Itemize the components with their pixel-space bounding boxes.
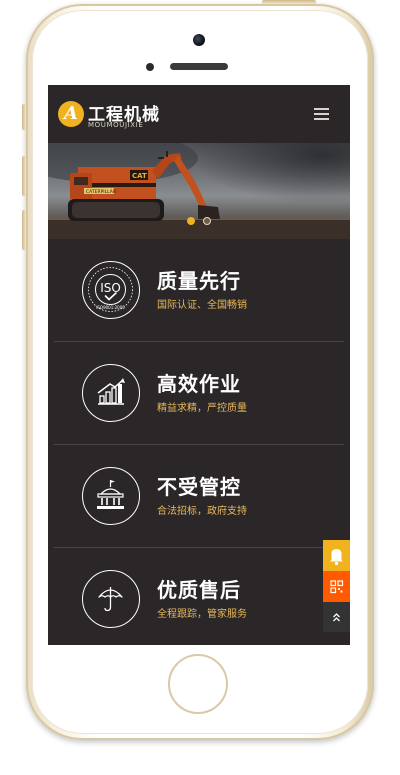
qr-code-float-button[interactable] [323,571,350,602]
home-button[interactable] [168,654,228,714]
earpiece-speaker [170,63,228,70]
volume-down-button [22,210,26,250]
notification-float-button[interactable] [323,540,350,571]
hero-banner[interactable]: CAT CATERPILLAR [48,143,350,239]
feature-efficiency[interactable]: 高效作业 精益求精，严控质量 [54,342,344,445]
menu-bar-icon [314,118,329,120]
feature-desc: 全程跟踪，管家服务 [157,609,247,620]
machine-brand-label: CAT [132,172,147,180]
bell-icon [330,549,343,566]
iso-number: ISO9001:2000 [96,305,125,310]
feature-title: 高效作业 [157,372,241,396]
feature-title: 不受管控 [157,475,241,499]
feature-title: 优质售后 [157,578,241,602]
site-subtitle: MOUMOUJIXIE [88,121,144,129]
slide-dot-1[interactable] [187,217,195,225]
hamburger-menu-button[interactable] [312,105,332,121]
feature-desc: 国际认证、全国畅销 [157,300,247,311]
growth-chart-icon [82,364,140,422]
back-to-top-button[interactable] [323,602,350,632]
proximity-sensor [146,63,154,71]
feature-desc: 精益求精，严控质量 [157,403,247,414]
logo-icon[interactable]: A [58,101,84,127]
government-building-icon [82,467,140,525]
qr-code-icon [330,580,344,594]
menu-bar-icon [314,113,329,115]
menu-bar-icon [314,108,329,110]
site-header: A 工程机械 MOUMOUJIXIE [48,85,350,143]
screen: A 工程机械 MOUMOUJIXIE CAT CATERPILLAR ISO I… [48,85,350,645]
umbrella-icon [82,570,140,628]
excavator-image: CAT CATERPILLAR [48,143,350,239]
iso-certification-icon: ISO ISO9001:2000 [82,261,140,319]
iso-text: ISO [100,281,121,295]
silent-switch [22,104,26,130]
power-button [262,0,316,4]
machine-model-label: CATERPILLAR [86,189,116,195]
feature-control[interactable]: 不受管控 合法招标，政府支持 [54,445,344,548]
feature-title: 质量先行 [157,269,241,293]
feature-desc: 合法招标，政府支持 [157,506,247,517]
front-camera [193,34,205,46]
volume-up-button [22,156,26,196]
feature-quality[interactable]: ISO ISO9001:2000 质量先行 国际认证、全国畅销 [54,239,344,342]
back-to-top-icon [333,613,340,622]
slide-dot-2[interactable] [203,217,211,225]
feature-after-sales[interactable]: 优质售后 全程跟踪，管家服务 [54,548,344,645]
